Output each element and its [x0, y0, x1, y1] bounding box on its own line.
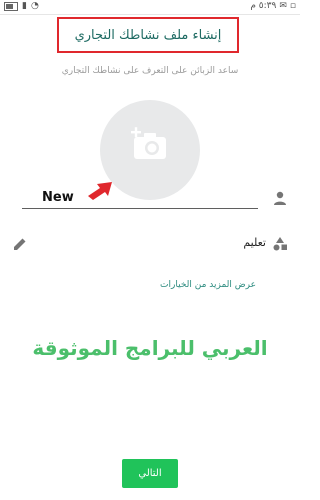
notification-icon-2: ▫	[289, 1, 296, 11]
battery-icon	[4, 1, 18, 11]
notification-icon: ✉	[279, 1, 287, 11]
wifi-icon: ◔	[30, 1, 39, 11]
page-title: إنشاء ملف نشاطك التجاري	[74, 27, 222, 43]
more-options-link[interactable]: عرض المزيد من الخيارات	[96, 280, 256, 290]
status-time: ٥:٣٩ م	[250, 1, 277, 11]
page-title-box: إنشاء ملف نشاطك التجاري	[57, 17, 239, 53]
red-arrow-icon	[88, 182, 112, 200]
signal-icon: ▮	[22, 1, 27, 11]
camera-add-icon	[131, 127, 166, 159]
next-button[interactable]: التالي	[122, 459, 178, 488]
watermark-text: العربي للبرامج الموثوقة	[32, 336, 268, 360]
pencil-icon[interactable]	[12, 236, 28, 252]
business-name-input[interactable]	[22, 187, 258, 209]
status-bar: ▮ ◔ ٥:٣٩ م ✉ ▫	[0, 0, 300, 15]
shapes-icon	[273, 237, 287, 251]
page-subtitle: ساعد الزبائن على التعرف على نشاطك التجار…	[61, 66, 239, 76]
status-icons-right: ٥:٣٩ م ✉ ▫	[250, 1, 296, 11]
category-value[interactable]: تعليم	[180, 236, 266, 249]
status-icons-left: ▮ ◔	[4, 1, 39, 11]
person-icon	[274, 191, 286, 205]
